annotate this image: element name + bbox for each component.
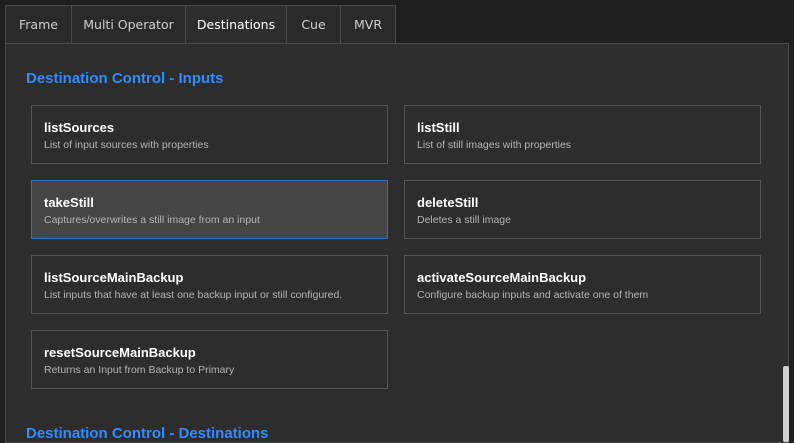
card-title: takeStill <box>44 195 94 210</box>
card-description: List inputs that have at least one backu… <box>44 289 343 301</box>
card-title: deleteStill <box>417 195 479 210</box>
destinations-panel: Destination Control - Inputs listSources… <box>5 43 789 443</box>
card-title: listStill <box>417 120 460 135</box>
card-take-still[interactable]: takeStill Captures/overwrites a still im… <box>31 180 388 239</box>
section-title-destinations: Destination Control - Destinations <box>26 425 269 442</box>
card-list-source-main-backup[interactable]: listSourceMainBackup List inputs that ha… <box>31 255 388 314</box>
tab-mvr[interactable]: MVR <box>340 5 396 43</box>
card-description: Configure backup inputs and activate one… <box>417 289 649 301</box>
card-title: listSources <box>44 120 115 135</box>
card-title: resetSourceMainBackup <box>44 345 196 360</box>
card-list-sources[interactable]: listSources List of input sources with p… <box>31 105 388 164</box>
vertical-scrollbar[interactable] <box>783 44 789 442</box>
card-description: List of still images with properties <box>417 139 572 151</box>
card-description: Deletes a still image <box>417 214 511 226</box>
tab-destinations[interactable]: Destinations <box>185 5 287 45</box>
tab-cue[interactable]: Cue <box>286 5 341 43</box>
scrollbar-thumb[interactable] <box>783 366 789 442</box>
card-description: List of input sources with properties <box>44 139 209 151</box>
section-title-inputs: Destination Control - Inputs <box>26 70 224 87</box>
card-title: listSourceMainBackup <box>44 270 184 285</box>
card-description: Returns an Input from Backup to Primary <box>44 364 235 376</box>
tab-multi-operator[interactable]: Multi Operator <box>71 5 186 43</box>
card-activate-source-main-backup[interactable]: activateSourceMainBackup Configure backu… <box>404 255 761 314</box>
card-list-still[interactable]: listStill List of still images with prop… <box>404 105 761 164</box>
card-delete-still[interactable]: deleteStill Deletes a still image <box>404 180 761 239</box>
tab-bar: Frame Multi Operator Destinations Cue MV… <box>0 0 794 45</box>
tab-frame[interactable]: Frame <box>5 5 72 43</box>
card-title: activateSourceMainBackup <box>417 270 587 285</box>
card-description: Captures/overwrites a still image from a… <box>44 214 260 226</box>
card-reset-source-main-backup[interactable]: resetSourceMainBackup Returns an Input f… <box>31 330 388 389</box>
